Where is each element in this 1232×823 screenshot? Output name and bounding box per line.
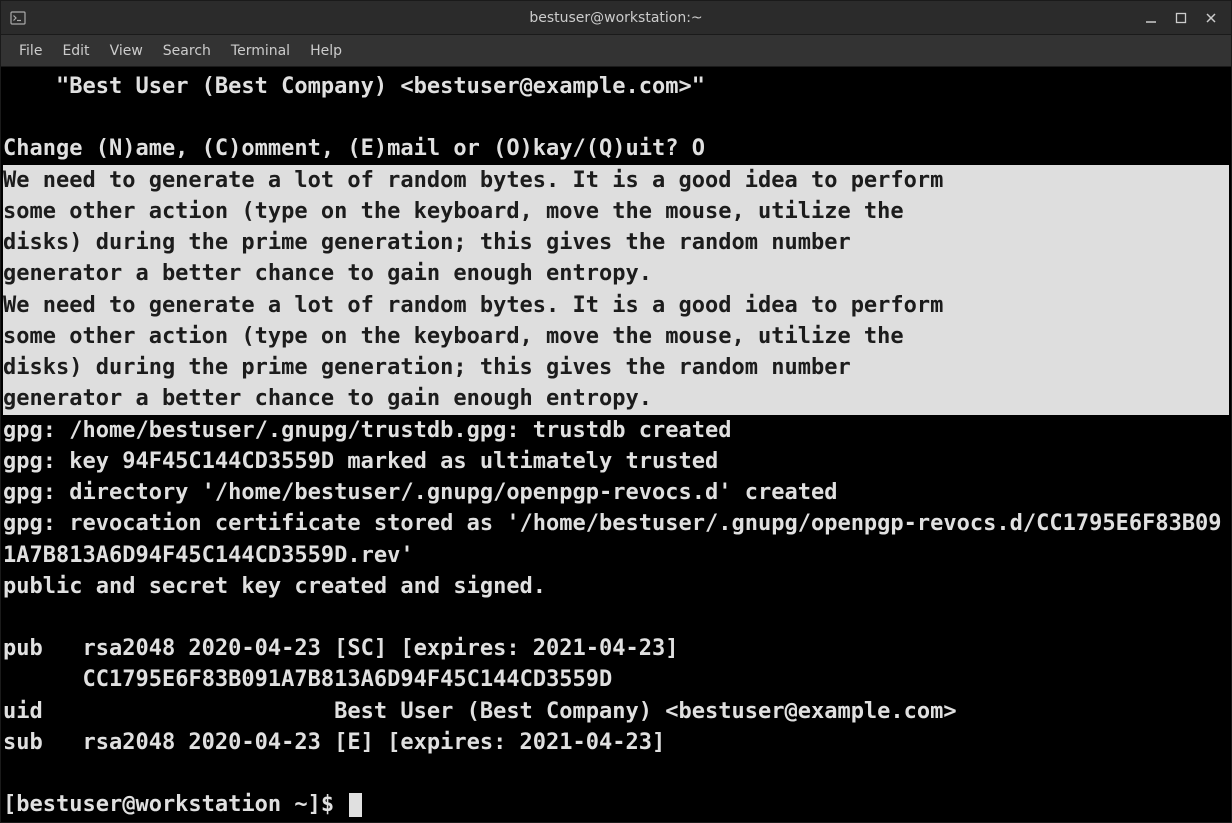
output-line: "Best User (Best Company) <bestuser@exam…	[3, 71, 1229, 102]
output-line: CC1795E6F83B091A7B813A6D94F45C144CD3559D	[3, 664, 1229, 695]
blank-line	[3, 102, 1229, 133]
minimize-button[interactable]	[1143, 10, 1159, 26]
output-line: gpg: /home/bestuser/.gnupg/trustdb.gpg: …	[3, 415, 1229, 446]
close-button[interactable]	[1203, 10, 1219, 26]
output-line: public and secret key created and signed…	[3, 571, 1229, 602]
window-controls	[1143, 10, 1223, 26]
output-line: gpg: key 94F45C144CD3559D marked as ulti…	[3, 446, 1229, 477]
output-line: Change (N)ame, (C)omment, (E)mail or (O)…	[3, 133, 1229, 164]
menu-edit[interactable]: Edit	[52, 39, 99, 63]
prompt-line: [bestuser@workstation ~]$	[3, 789, 1229, 820]
output-line: uid Best User (Best Company) <bestuser@e…	[3, 696, 1229, 727]
menu-search[interactable]: Search	[153, 39, 221, 63]
menubar: File Edit View Search Terminal Help	[1, 35, 1231, 67]
cursor	[349, 793, 362, 817]
menu-file[interactable]: File	[9, 39, 52, 63]
output-line: gpg: revocation certificate stored as '/…	[3, 508, 1229, 570]
terminal-output[interactable]: "Best User (Best Company) <bestuser@exam…	[1, 67, 1231, 822]
menu-view[interactable]: View	[100, 39, 153, 63]
terminal-window: bestuser@workstation:~ File Edit View Se…	[0, 0, 1232, 823]
maximize-button[interactable]	[1173, 10, 1189, 26]
blank-line	[3, 602, 1229, 633]
output-line: sub rsa2048 2020-04-23 [E] [expires: 202…	[3, 727, 1229, 758]
menu-terminal[interactable]: Terminal	[221, 39, 300, 63]
titlebar: bestuser@workstation:~	[1, 1, 1231, 35]
window-title: bestuser@workstation:~	[529, 10, 702, 26]
blank-line	[3, 758, 1229, 789]
shell-prompt: [bestuser@workstation ~]$	[3, 789, 347, 820]
menu-help[interactable]: Help	[300, 39, 352, 63]
output-line: pub rsa2048 2020-04-23 [SC] [expires: 20…	[3, 633, 1229, 664]
terminal-app-icon	[9, 9, 27, 27]
output-line: gpg: directory '/home/bestuser/.gnupg/op…	[3, 477, 1229, 508]
highlighted-output: We need to generate a lot of random byte…	[3, 165, 1229, 415]
